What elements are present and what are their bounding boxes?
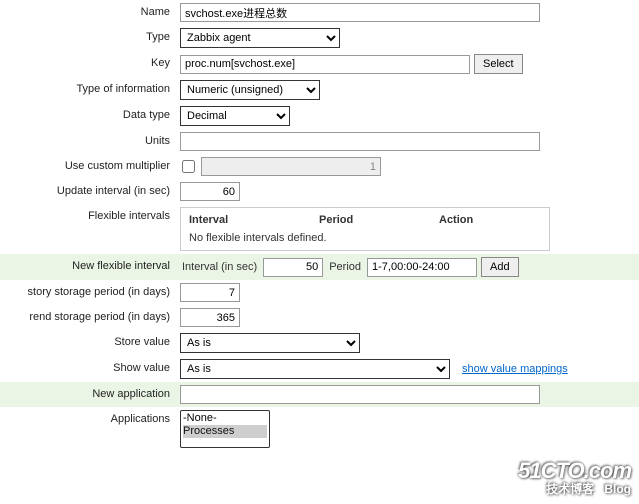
applications-select[interactable]: -None- Processes bbox=[180, 410, 270, 448]
show-value-select[interactable]: As is bbox=[180, 359, 450, 379]
watermark-line1: 51CTO.com bbox=[518, 459, 631, 483]
label-key: Key bbox=[0, 54, 180, 69]
use-custom-multiplier-checkbox[interactable] bbox=[182, 160, 195, 173]
label-multiplier: Use custom multiplier bbox=[0, 157, 180, 172]
newflex-interval-label: Interval (in sec) bbox=[182, 261, 257, 273]
multiplier-value-input bbox=[201, 157, 381, 176]
newflex-period-input[interactable] bbox=[367, 258, 477, 277]
data-type-select[interactable]: Decimal bbox=[180, 106, 290, 126]
watermark: 51CTO.com 技术博客 Blog bbox=[518, 459, 631, 496]
type-of-information-select[interactable]: Numeric (unsigned) bbox=[180, 80, 320, 100]
units-input[interactable] bbox=[180, 132, 540, 151]
app-option-none[interactable]: -None- bbox=[183, 412, 267, 425]
history-storage-input[interactable] bbox=[180, 283, 240, 302]
label-show: Show value bbox=[0, 359, 180, 374]
key-input[interactable] bbox=[180, 55, 470, 74]
flexible-intervals-empty: No flexible intervals defined. bbox=[189, 232, 541, 244]
store-value-select[interactable]: As is bbox=[180, 333, 360, 353]
show-value-mappings-link[interactable]: show value mappings bbox=[462, 363, 568, 375]
label-newapp: New application bbox=[0, 385, 180, 400]
item-form: Name Type Zabbix agent Key Select Type o… bbox=[0, 0, 639, 451]
label-info: Type of information bbox=[0, 80, 180, 95]
update-interval-input[interactable] bbox=[180, 182, 240, 201]
label-trend: rend storage period (in days) bbox=[0, 308, 180, 323]
label-update: Update interval (in sec) bbox=[0, 182, 180, 197]
label-flex: Flexible intervals bbox=[0, 207, 180, 222]
label-datatype: Data type bbox=[0, 106, 180, 121]
label-apps: Applications bbox=[0, 410, 180, 425]
col-period: Period bbox=[319, 214, 439, 226]
app-option-processes[interactable]: Processes bbox=[183, 425, 267, 438]
new-application-input[interactable] bbox=[180, 385, 540, 404]
newflex-interval-input[interactable] bbox=[263, 258, 323, 277]
label-name: Name bbox=[0, 3, 180, 18]
select-button[interactable]: Select bbox=[474, 54, 523, 74]
name-input[interactable] bbox=[180, 3, 540, 22]
watermark-line2: 技术博客 bbox=[546, 482, 594, 496]
flexible-intervals-header: Interval Period Action bbox=[189, 214, 541, 226]
label-units: Units bbox=[0, 132, 180, 147]
label-store: Store value bbox=[0, 333, 180, 348]
flexible-intervals-box: Interval Period Action No flexible inter… bbox=[180, 207, 550, 251]
label-newflex: New flexible interval bbox=[0, 257, 180, 272]
trend-storage-input[interactable] bbox=[180, 308, 240, 327]
watermark-line3: Blog bbox=[604, 482, 631, 496]
newflex-period-label: Period bbox=[329, 261, 361, 273]
label-history: story storage period (in days) bbox=[0, 283, 180, 298]
add-button[interactable]: Add bbox=[481, 257, 519, 277]
type-select[interactable]: Zabbix agent bbox=[180, 28, 340, 48]
label-type: Type bbox=[0, 28, 180, 43]
col-action: Action bbox=[439, 214, 519, 226]
col-interval: Interval bbox=[189, 214, 319, 226]
